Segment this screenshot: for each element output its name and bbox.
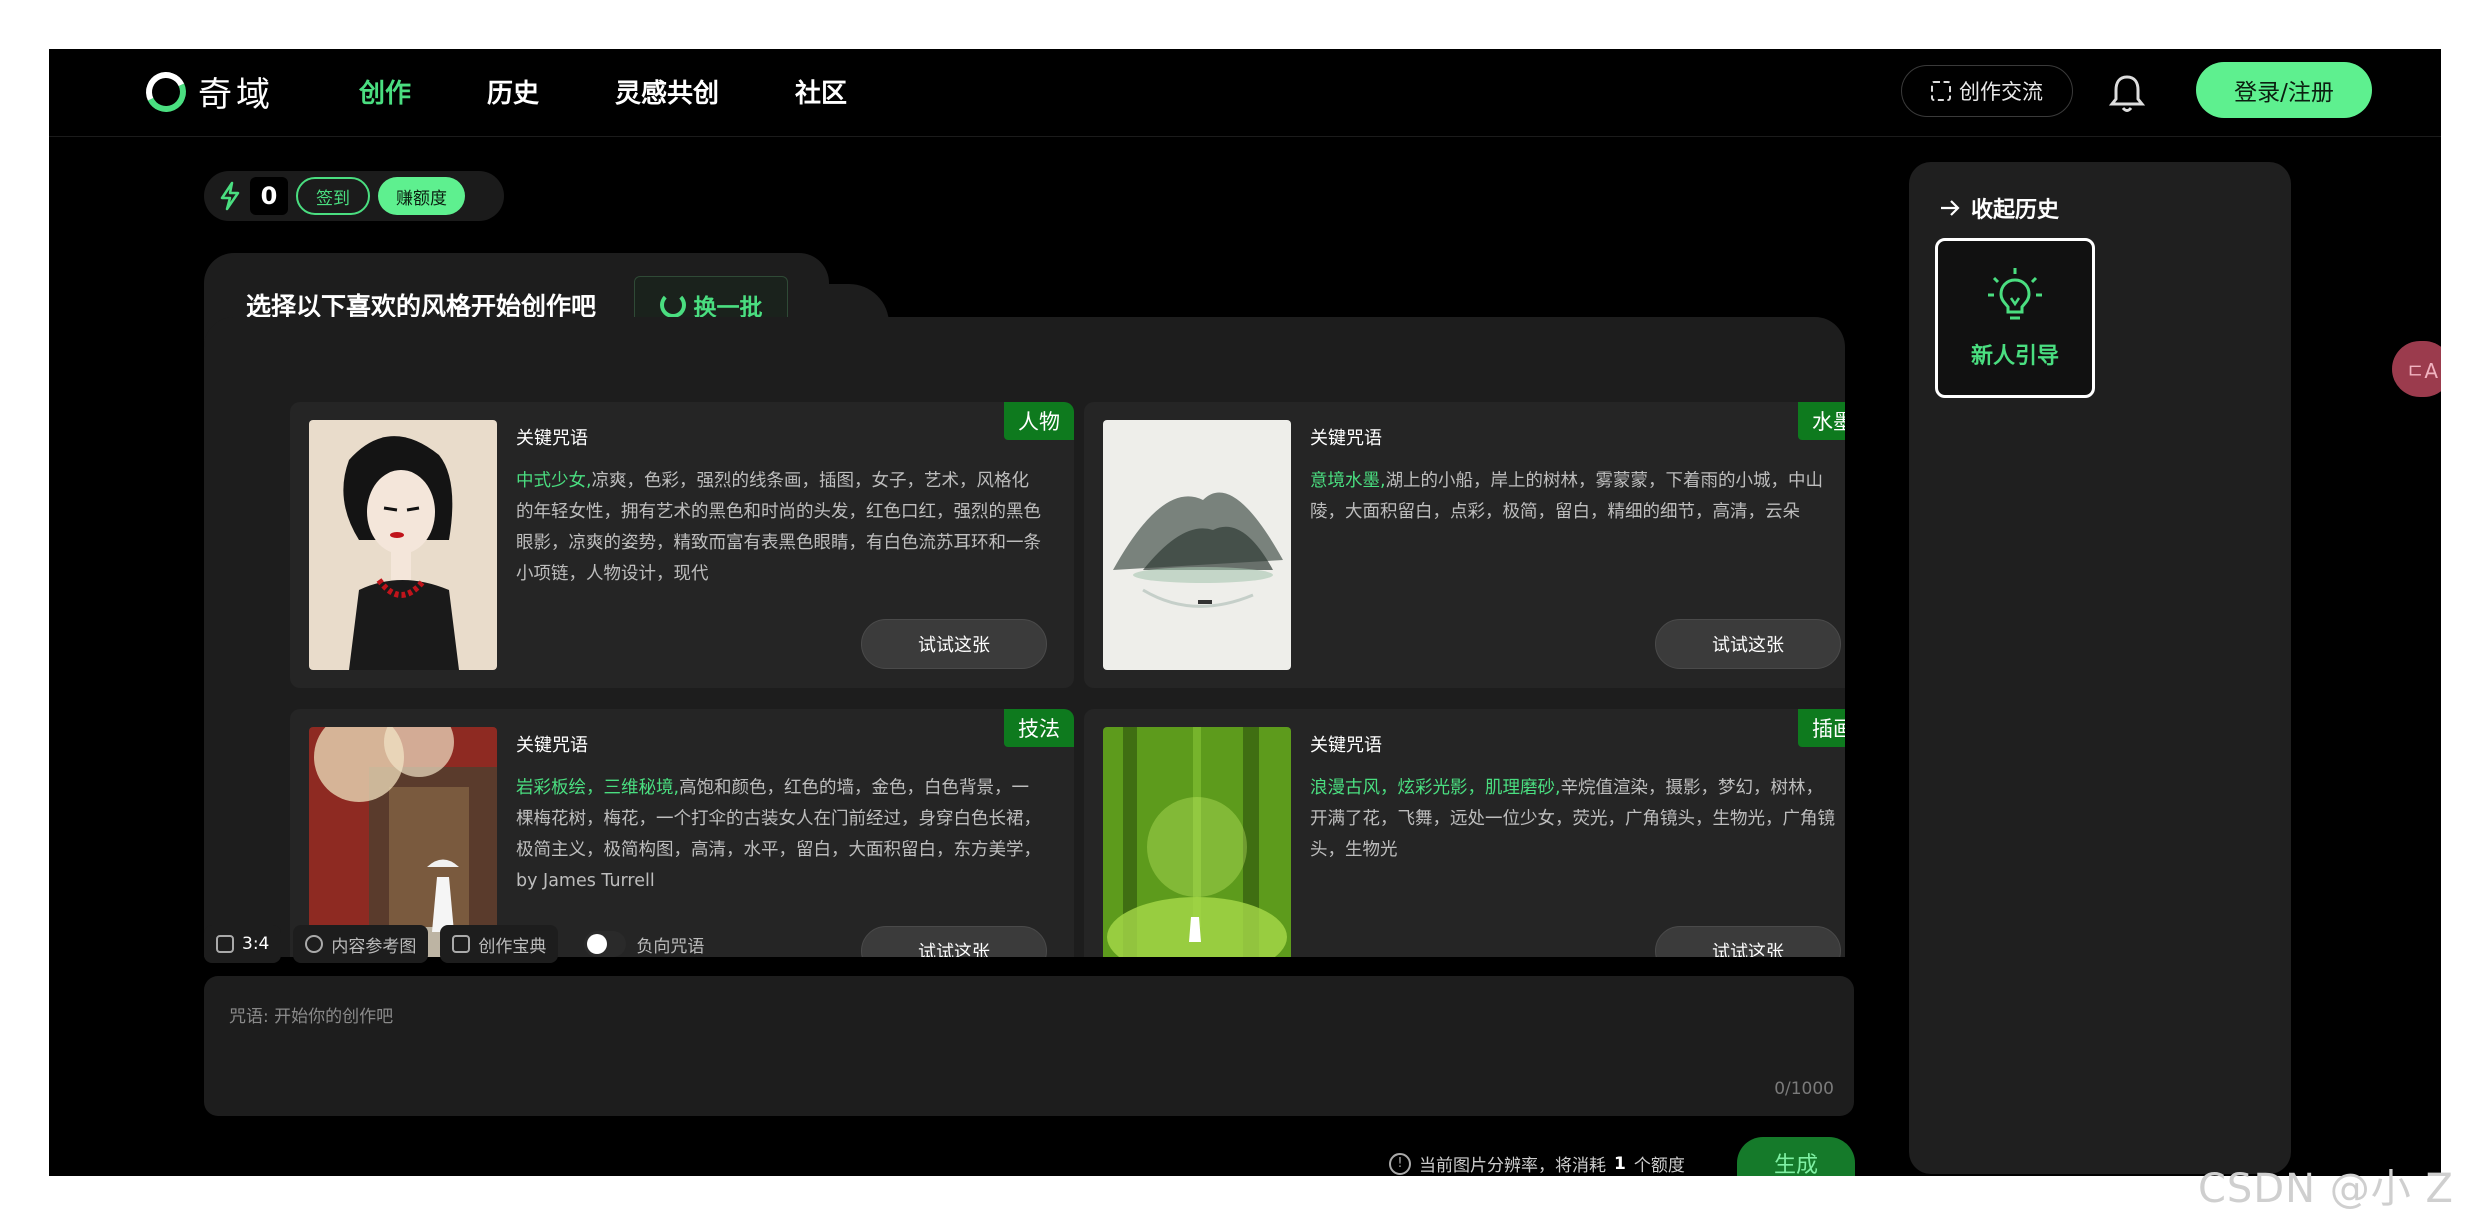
creation-guide-button[interactable]: 创作宝典 [440, 925, 559, 963]
style-card-portrait: 关键咒语 中式少女,凉爽，色彩，强烈的线条画，插图，女子，艺术，风格化的年轻女性… [290, 402, 1074, 688]
exchange-label: 创作交流 [1959, 80, 2043, 104]
nav-item-community[interactable]: 社区 [795, 73, 847, 110]
card-description: 中式少女,凉爽，色彩，强烈的线条画，插图，女子，艺术，风格化的年轻女性，拥有艺术… [516, 466, 1046, 590]
style-card-ink: 关键咒语 意境水墨,湖上的小船，岸上的树林，雾蒙蒙，下着雨的小城，中山陵，大面积… [1084, 402, 1845, 688]
highlight-keywords: 岩彩板绘，三维秘境, [516, 778, 680, 798]
nav-item-history[interactable]: 历史 [487, 73, 539, 110]
lightning-icon [220, 181, 240, 211]
highlight-keywords: 浪漫古风，炫彩光影，肌理磨砂, [1310, 778, 1561, 798]
aspect-ratio-button[interactable]: 3:4 [204, 925, 282, 963]
credit-count: 0 [250, 177, 288, 215]
credits-bar: 0 签到 赚额度 [204, 171, 504, 221]
newbie-guide-card[interactable]: 新人引导 [1935, 238, 2095, 398]
creation-guide-label: 创作宝典 [478, 936, 547, 957]
history-sidebar: 收起历史 新人引导 [1909, 162, 2291, 1174]
ratio-icon [216, 935, 234, 953]
prompt-placeholder: 咒语: 开始你的创作吧 [229, 1007, 394, 1027]
nav-item-create[interactable]: 创作 [359, 73, 411, 110]
card-image-technique [309, 727, 497, 957]
watermark: CSDN @小 Z [2198, 1166, 2454, 1212]
generate-button[interactable]: 生成 [1737, 1137, 1855, 1176]
login-register-button[interactable]: 登录/注册 [2196, 62, 2372, 118]
cost-amount: 1 [1614, 1153, 1626, 1174]
style-tag: 技法 [1004, 709, 1074, 747]
card-image-illustration [1103, 727, 1291, 957]
style-card-technique: 关键咒语 岩彩板绘，三维秘境,高饱和颜色，红色的墙，金色，白色背景，一棵梅花树，… [290, 709, 1074, 957]
negative-prompt-label: 负向咒语 [636, 936, 705, 957]
bell-icon[interactable] [2107, 71, 2147, 115]
collapse-history-label: 收起历史 [1971, 198, 2060, 223]
translate-float-button[interactable]: ㄷA [2392, 341, 2441, 397]
keyword-label: 关键咒语 [1310, 428, 1382, 449]
app-frame: 奇域 创作 历史 灵感共创 社区 创作交流 登录/注册 0 签到 赚额度 选择以… [49, 49, 2441, 1176]
signin-button[interactable]: 签到 [296, 177, 370, 215]
info-icon: ! [1389, 1152, 1411, 1175]
bag-icon [452, 935, 471, 953]
exchange-button[interactable]: 创作交流 [1901, 65, 2073, 117]
nav-item-inspiration[interactable]: 灵感共创 [615, 73, 719, 110]
cost-prefix: 当前图片分辨率，将消耗 [1419, 1156, 1606, 1176]
try-this-button[interactable]: 试试这张 [861, 926, 1047, 957]
style-card-illustration: 关键咒语 浪漫古风，炫彩光影，肌理磨砂,辛烷值渲染，摄影，梦幻，树林，开满了花，… [1084, 709, 1845, 957]
collapse-history-button[interactable]: 收起历史 [1939, 192, 2059, 224]
style-tag: 水墨 [1798, 402, 1845, 440]
card-description: 岩彩板绘，三维秘境,高饱和颜色，红色的墙，金色，白色背景，一棵梅花树，梅花，一个… [516, 773, 1046, 897]
aspect-ratio-value: 3:4 [242, 934, 270, 954]
prompt-toolbar: 3:4 内容参考图 创作宝典 负向咒语 [204, 925, 704, 963]
description-text: 湖上的小船，岸上的树林，雾蒙蒙，下着雨的小城，中山陵，大面积留白，点彩，极简，留… [1310, 471, 1824, 522]
add-icon [305, 935, 324, 953]
keyword-label: 关键咒语 [516, 428, 588, 449]
negative-prompt-toggle-group: 负向咒语 [584, 931, 704, 957]
style-tag: 人物 [1004, 402, 1074, 440]
prompt-input[interactable]: 咒语: 开始你的创作吧 0/1000 [204, 976, 1854, 1116]
card-image-ink [1103, 420, 1291, 670]
try-this-button[interactable]: 试试这张 [1655, 926, 1841, 957]
highlight-keywords: 意境水墨, [1310, 471, 1386, 491]
keyword-label: 关键咒语 [1310, 735, 1382, 756]
app-name: 奇域 [198, 75, 274, 115]
newbie-guide-label: 新人引导 [1970, 344, 2059, 369]
top-nav: 奇域 创作 历史 灵感共创 社区 创作交流 登录/注册 [49, 49, 2441, 137]
style-tag: 插画 [1798, 709, 1845, 747]
style-panel: 关键咒语 中式少女,凉爽，色彩，强烈的线条画，插图，女子，艺术，风格化的年轻女性… [204, 317, 1845, 957]
keyword-label: 关键咒语 [516, 735, 588, 756]
reference-image-button[interactable]: 内容参考图 [293, 925, 429, 963]
negative-prompt-toggle[interactable] [584, 931, 627, 957]
description-text: 凉爽，色彩，强烈的线条画，插图，女子，艺术，风格化的年轻女性，拥有艺术的黑色和时… [516, 471, 1041, 584]
scan-icon [1931, 81, 1951, 101]
card-description: 意境水墨,湖上的小船，岸上的树林，雾蒙蒙，下着雨的小城，中山陵，大面积留白，点彩… [1310, 466, 1840, 528]
card-description: 浪漫古风，炫彩光影，肌理磨砂,辛烷值渲染，摄影，梦幻，树林，开满了花，飞舞，远处… [1310, 773, 1840, 866]
highlight-keywords: 中式少女, [516, 471, 592, 491]
logo[interactable]: 奇域 [140, 65, 274, 118]
logo-icon [140, 65, 192, 118]
cost-note: ! 当前图片分辨率，将消耗 1 个额度 [1389, 1151, 1685, 1176]
arrow-right-icon [1941, 200, 1960, 216]
nav-menu: 创作 历史 灵感共创 社区 [359, 73, 847, 110]
card-image-portrait [309, 420, 497, 670]
refresh-icon [659, 292, 686, 318]
try-this-button[interactable]: 试试这张 [861, 619, 1047, 669]
try-this-button[interactable]: 试试这张 [1655, 619, 1841, 669]
lightbulb-icon [1988, 268, 2042, 320]
prompt-char-counter: 0/1000 [1774, 1079, 1834, 1099]
cost-suffix: 个额度 [1633, 1156, 1685, 1176]
earn-credits-button[interactable]: 赚额度 [378, 177, 465, 215]
reference-image-label: 内容参考图 [331, 936, 417, 957]
